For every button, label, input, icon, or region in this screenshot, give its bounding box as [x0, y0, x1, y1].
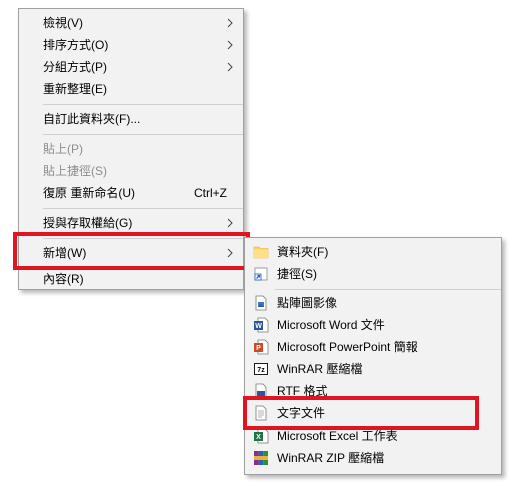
bitmap-image-icon: [255, 295, 267, 311]
highlight-new-item: [13, 232, 250, 270]
menu-item-label: 重新整理(E): [43, 82, 107, 96]
submenu-item-label: 資料夾(F): [277, 245, 329, 259]
submenu-item-label: WinRAR 壓縮檔: [277, 362, 363, 376]
svg-text:P: P: [256, 345, 261, 352]
submenu-item-label: Microsoft Word 文件: [277, 318, 385, 332]
menu-item-undo-rename[interactable]: 復原 重新命名(U) Ctrl+Z: [19, 182, 243, 204]
highlight-text-document: [243, 396, 479, 430]
menu-item-properties[interactable]: 內容(R): [19, 268, 243, 290]
menu-item-sort-by[interactable]: 排序方式(O): [19, 34, 243, 56]
menu-item-group-by[interactable]: 分組方式(P): [19, 56, 243, 78]
menu-item-view[interactable]: 檢視(V): [19, 12, 243, 34]
submenu-item-winrar-zip[interactable]: WinRAR ZIP 壓縮檔: [245, 447, 501, 469]
menu-item-give-access[interactable]: 授與存取權給(G): [19, 212, 243, 234]
svg-text:X: X: [256, 434, 261, 441]
submenu-item-bitmap-image[interactable]: 點陣圖影像: [245, 292, 501, 314]
svg-text:W: W: [255, 323, 262, 330]
excel-icon: X: [254, 428, 269, 444]
menu-separator: [43, 104, 243, 105]
menu-separator: [43, 208, 243, 209]
menu-item-label: 授與存取權給(G): [43, 216, 133, 230]
menu-separator: [43, 134, 243, 135]
submenu-item-label: WinRAR ZIP 壓縮檔: [277, 451, 385, 465]
menu-item-label: 自訂此資料夾(F)...: [43, 112, 141, 126]
chevron-right-icon: [227, 40, 233, 50]
desktop-area[interactable]: 檢視(V) 排序方式(O) 分組方式(P) 重新整理(E) 自訂此資料夾(F).…: [0, 0, 517, 488]
menu-item-shortcut: Ctrl+Z: [194, 186, 227, 200]
menu-item-paste-shortcut: 貼上捷徑(S): [19, 160, 243, 182]
submenu-item-word-document[interactable]: W Microsoft Word 文件: [245, 314, 501, 336]
word-document-icon: W: [254, 317, 269, 333]
powerpoint-icon: P: [254, 339, 269, 355]
menu-item-customize-folder[interactable]: 自訂此資料夾(F)...: [19, 108, 243, 130]
folder-icon: [253, 246, 269, 259]
submenu-item-folder[interactable]: 資料夾(F): [245, 241, 501, 263]
menu-item-label: 檢視(V): [43, 16, 83, 30]
submenu-item-powerpoint[interactable]: P Microsoft PowerPoint 簡報: [245, 336, 501, 358]
menu-item-label: 貼上捷徑(S): [43, 164, 107, 178]
new-submenu: 資料夾(F) 捷徑(S) 點陣圖影像 W Microsoft Word 文件 P…: [244, 237, 502, 475]
shortcut-icon: [254, 267, 268, 281]
menu-separator: [275, 289, 501, 290]
menu-item-refresh[interactable]: 重新整理(E): [19, 78, 243, 100]
submenu-item-label: 點陣圖影像: [277, 296, 338, 310]
menu-item-label: 分組方式(P): [43, 60, 107, 74]
winrar-archive-icon: 7z: [254, 363, 268, 375]
svg-text:7z: 7z: [257, 367, 265, 374]
submenu-item-label: Microsoft PowerPoint 簡報: [277, 340, 418, 354]
submenu-item-label: 捷徑(S): [277, 267, 317, 281]
menu-item-label: 貼上(P): [43, 142, 83, 156]
menu-item-paste: 貼上(P): [19, 138, 243, 160]
chevron-right-icon: [227, 218, 233, 228]
menu-item-label: 復原 重新命名(U): [43, 186, 135, 200]
winrar-zip-icon: [254, 451, 268, 465]
chevron-right-icon: [227, 18, 233, 28]
submenu-item-winrar-archive[interactable]: 7z WinRAR 壓縮檔: [245, 358, 501, 380]
chevron-right-icon: [227, 62, 233, 72]
submenu-item-shortcut[interactable]: 捷徑(S): [245, 263, 501, 285]
menu-item-label: 排序方式(O): [43, 38, 109, 52]
menu-item-label: 內容(R): [43, 272, 84, 286]
